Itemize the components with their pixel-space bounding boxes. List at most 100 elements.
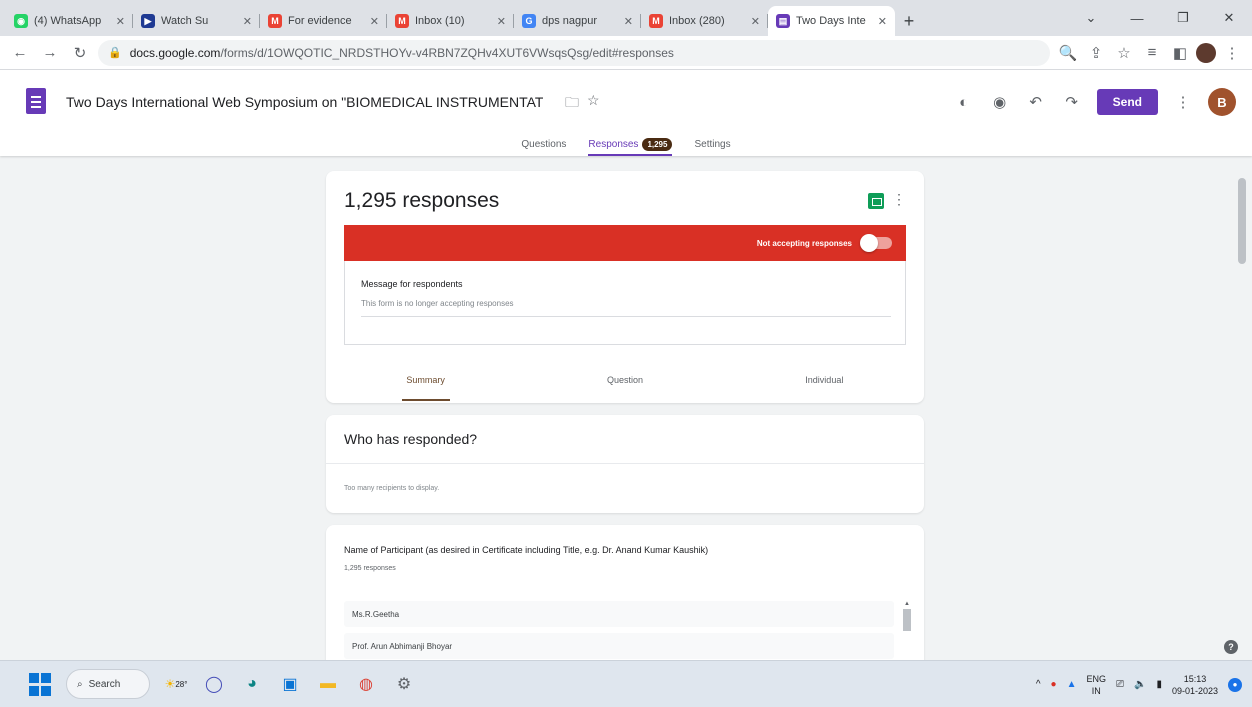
close-icon[interactable]: ✕ [878,15,887,28]
google-forms-logo-icon[interactable] [26,88,46,114]
browser-tab-whatsapp[interactable]: ◉ (4) WhatsApp ✕ [6,6,133,36]
close-icon[interactable]: ✕ [751,15,760,28]
network-icon[interactable]: ⎚ [1116,679,1124,690]
profile-avatar[interactable] [1196,42,1216,63]
close-icon[interactable]: ✕ [370,15,379,28]
browser-tab-inbox-280[interactable]: M Inbox (280) ✕ [641,6,768,36]
browser-tab-evidence[interactable]: M For evidence ✕ [260,6,387,36]
tab-responses-label: Responses [588,138,639,150]
tab-label: Inbox (10) [415,15,465,27]
close-window-icon[interactable]: ✕ [1206,0,1252,36]
bookmark-star-icon[interactable]: ☆ [1112,41,1136,65]
browser-tab-forms[interactable]: ▤ Two Days Inte ✕ [768,6,895,36]
maximize-icon[interactable]: ❐ [1160,0,1206,36]
chrome-menu-icon[interactable]: ⋮ [1220,41,1244,65]
clock-date: 09-01-2023 [1171,685,1218,696]
edge-browser-icon[interactable]: ◕ [240,672,264,696]
lang-top: ENG [1086,673,1106,684]
preview-eye-icon[interactable]: ◉ [989,91,1011,113]
address-bar[interactable]: 🔒 docs.google.com/forms/d/1OWQOTIC_NRDST… [98,39,1050,66]
side-panel-icon[interactable]: ◧ [1168,41,1192,65]
back-icon[interactable]: ← [8,41,32,65]
help-icon[interactable]: ? [1224,640,1238,654]
search-icon: ⌕ [77,678,83,690]
reading-list-icon[interactable]: ≡ [1140,41,1164,65]
accepting-responses-bar: Not accepting responses [344,225,906,261]
tray-app-icon[interactable]: ● [1051,679,1057,690]
chevron-up-icon[interactable]: ^ [1036,679,1041,690]
close-icon[interactable]: ✕ [497,15,506,28]
more-options-icon[interactable]: ⋮ [892,191,906,208]
close-icon[interactable]: ✕ [624,15,633,28]
google-sheets-icon[interactable] [868,193,884,209]
close-icon[interactable]: ✕ [243,15,252,28]
list-item: Prof. Arun Abhimanji Bhoyar [344,633,894,659]
tab-questions[interactable]: Questions [521,132,566,156]
browser-tab-dps[interactable]: G dps nagpur ✕ [514,6,641,36]
tray-drive-icon[interactable]: ▲ [1067,679,1077,690]
more-options-icon[interactable]: ⋮ [1172,91,1194,113]
who-responded-card: Who has responded? Too many recipients t… [326,415,924,513]
chrome-icon[interactable]: ◍ [354,672,378,696]
tab-summary[interactable]: Summary [366,357,486,403]
weather-icon[interactable]: ☀ 28° [164,672,188,696]
accepting-responses-toggle[interactable] [860,234,892,252]
forms-icon: ▤ [776,14,790,28]
answer-scrollbar[interactable]: ▲ [902,601,912,660]
notification-icon[interactable]: ● [1228,677,1242,692]
who-responded-subtitle: Too many recipients to display. [344,485,440,492]
language-indicator[interactable]: ENG IN [1086,673,1106,697]
tab-search-icon[interactable]: ⌄ [1068,0,1114,36]
chat-icon[interactable]: ◯ [202,672,226,696]
star-icon[interactable]: ☆ [587,92,600,116]
whatsapp-icon: ◉ [14,14,28,28]
page-scroll-thumb[interactable] [1238,178,1246,264]
tab-settings[interactable]: Settings [694,132,730,156]
minimize-icon[interactable]: — [1114,0,1160,36]
folder-icon[interactable]: 🗀 [565,92,579,116]
answer-list: Ms.R.Geetha Prof. Arun Abhimanji Bhoyar [344,601,894,660]
file-explorer-icon[interactable]: ▬ [316,672,340,696]
reload-icon[interactable]: ↻ [68,41,92,65]
responses-content: 1,295 responses ⋮ Not accepting response… [0,156,1252,660]
forward-icon[interactable]: → [38,41,62,65]
redo-icon[interactable]: ↷ [1061,91,1083,113]
settings-gear-icon[interactable]: ⚙ [392,672,416,696]
url-host: docs.google.com [129,45,221,60]
browser-tab-inbox-10[interactable]: M Inbox (10) ✕ [387,6,514,36]
mail-store-icon[interactable]: ▣ [278,672,302,696]
system-tray: ^ ● ▲ ENG IN ⎚ 🔈 ▮ 15:13 09-01-2023 ● [1036,661,1242,707]
tab-label: Two Days Inte [796,15,866,27]
responses-summary-card: 1,295 responses ⋮ Not accepting response… [326,171,924,403]
list-item: Ms.R.Geetha [344,601,894,627]
undo-icon[interactable]: ↶ [1025,91,1047,113]
tab-question[interactable]: Question [565,357,685,403]
clock[interactable]: 15:13 09-01-2023 [1172,673,1218,697]
share-icon[interactable]: ⇪ [1084,41,1108,65]
volume-icon[interactable]: 🔈 [1134,679,1146,690]
message-label: Message for respondents [361,279,463,289]
send-button[interactable]: Send [1096,89,1158,115]
tab-responses[interactable]: Responses 1,295 [588,132,673,156]
gmail-icon: M [395,14,409,28]
window-controls: ⌄ — ❐ ✕ [1068,0,1252,36]
palette-icon[interactable]: ◐ [953,91,975,113]
close-icon[interactable]: ✕ [116,15,125,28]
message-input[interactable]: This form is no longer accepting respons… [361,299,891,317]
tab-individual[interactable]: Individual [764,357,884,403]
question-summary-card: Name of Participant (as desired in Certi… [326,525,924,660]
lock-icon[interactable]: 🔒 [108,46,122,59]
scroll-thumb[interactable] [903,609,911,631]
page-scrollbar[interactable] [1236,170,1248,660]
battery-icon[interactable]: ▮ [1156,679,1162,690]
forms-header: Two Days International Web Symposium on … [0,70,1252,156]
account-avatar[interactable]: B [1208,88,1236,116]
taskbar-search[interactable]: ⌕ Search [66,669,150,699]
form-tabs: Questions Responses 1,295 Settings [0,132,1252,156]
zoom-icon[interactable]: 🔍 [1056,41,1080,65]
browser-tab-watch[interactable]: ▶ Watch Su ✕ [133,6,260,36]
new-tab-button[interactable]: + [895,6,923,36]
form-title[interactable]: Two Days International Web Symposium on … [66,94,543,110]
windows-start-icon[interactable] [28,672,52,696]
scroll-up-icon[interactable]: ▲ [902,601,912,607]
